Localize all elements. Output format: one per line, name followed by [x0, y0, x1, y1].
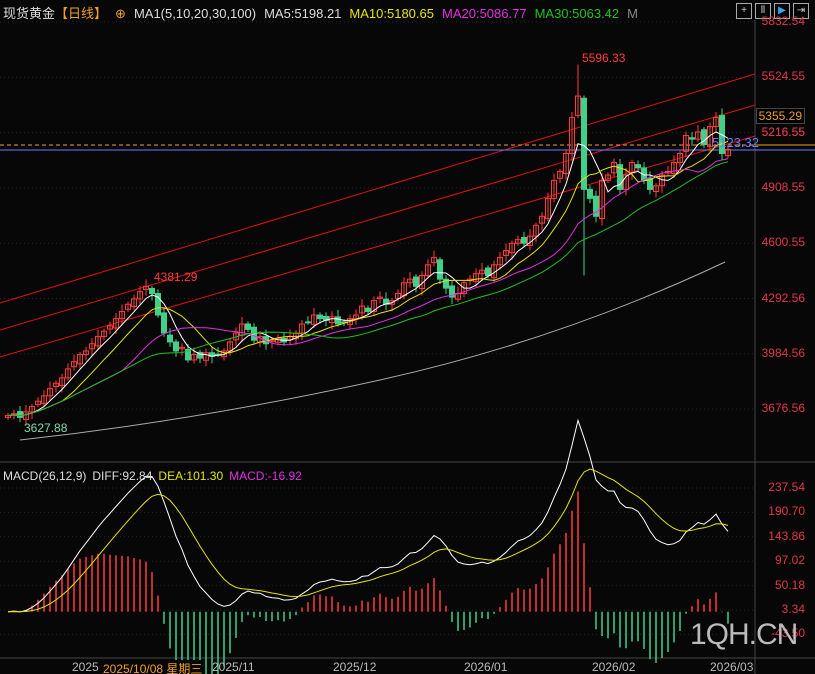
price-axis-label: 5832.54 [761, 14, 805, 28]
macd-axis-label: 237.54 [768, 480, 805, 494]
ma30-line [7, 161, 729, 417]
candle-body [17, 411, 23, 418]
macd-header: MACD(26,12,9) DIFF:92.84 DEA:101.30 MACD:-1… [3, 469, 308, 483]
candle-body [437, 259, 443, 280]
candle-body [335, 316, 341, 325]
price-tag-high: 5355.29 [755, 108, 805, 124]
chart-window: 现货黄金【日线】 ⊕ MA1(5,10,20,30,100) MA5:5198.21 M… [0, 0, 815, 674]
x-label: 2026/02 [592, 660, 636, 674]
x-label: 2025/12 [333, 660, 377, 674]
candle-body [485, 267, 491, 277]
price-chart[interactable] [0, 0, 815, 674]
annotation-mid-high: 4381.29 [154, 270, 198, 284]
candle-body [245, 323, 251, 330]
candle-body [317, 314, 323, 320]
candle-body [521, 236, 527, 244]
ma20-line [7, 158, 729, 417]
x-label: 2025 [72, 660, 99, 674]
trend-channel-line [0, 73, 756, 304]
candle-body [587, 188, 593, 199]
watermark: 1QH.CN [690, 618, 798, 651]
macd-value: MACD:-16.92 [229, 469, 302, 483]
x-label: 2026/01 [464, 660, 508, 674]
price-axis-label: 4292.56 [761, 290, 805, 305]
diff-value: DIFF:92.84 [92, 469, 153, 483]
candle-body [413, 276, 419, 287]
candle-body [305, 321, 311, 324]
macd-axis-label: 3.34 [781, 602, 805, 616]
price-tag-ref: 5216.55 [761, 125, 805, 139]
price-axis-label: 5524.55 [761, 69, 805, 84]
ma100-line [19, 261, 726, 441]
candle-body [173, 341, 179, 352]
candle-body [161, 312, 167, 334]
candle-body [149, 287, 155, 295]
macd-axis-label: 190.70 [768, 504, 805, 519]
dea-value: DEA:101.30 [158, 469, 224, 483]
trend-channel-line [0, 104, 756, 331]
candle-body [167, 334, 173, 343]
macd-axis-label: 143.86 [768, 528, 805, 543]
annotation-low: 3627.88 [24, 421, 68, 435]
price-axis-label: 3676.56 [761, 401, 805, 416]
candle-body [635, 164, 641, 169]
price-axis-label: 4908.55 [761, 179, 805, 194]
x-cursor-date: 2025/10/08 星期三 [103, 660, 203, 674]
annotation-high: 5596.33 [582, 51, 626, 65]
candle-body [365, 307, 371, 312]
macd-label: MACD(26,12,9) [3, 469, 87, 483]
last-price-tag: 5123.32 [712, 135, 759, 150]
x-label: 2026/03 [710, 660, 754, 674]
price-axis-label: 3984.56 [761, 345, 805, 360]
macd-axis-label: 97.02 [774, 553, 805, 568]
x-label: 2025/11 [212, 660, 255, 674]
price-axis-label: 4600.55 [761, 235, 805, 250]
macd-axis-label: 50.18 [774, 577, 805, 592]
candle-body [581, 97, 587, 190]
candle-body [689, 137, 695, 140]
